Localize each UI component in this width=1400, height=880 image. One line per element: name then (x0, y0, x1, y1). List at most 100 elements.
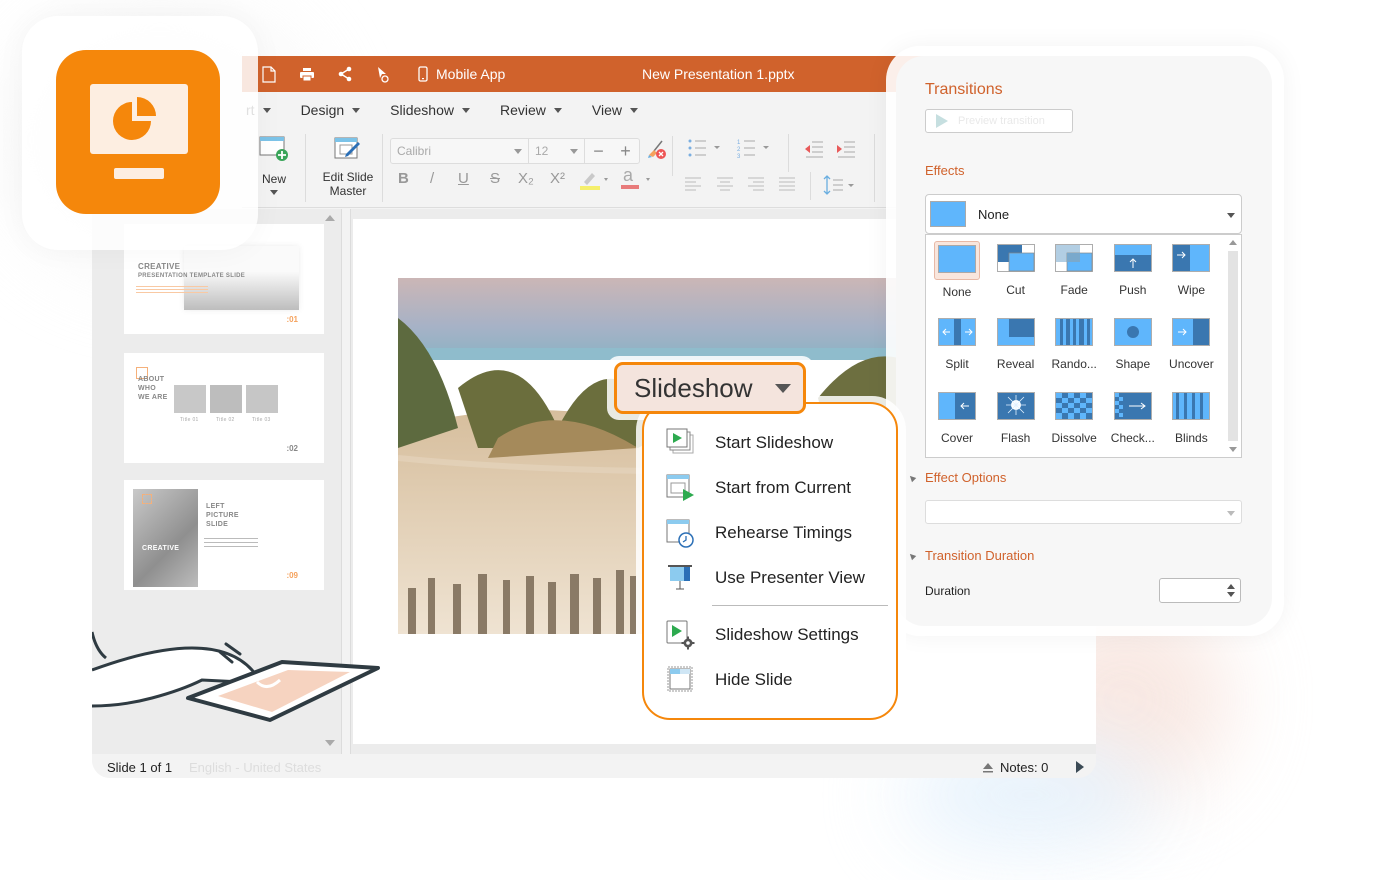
spinner-down-icon[interactable] (1227, 592, 1235, 597)
new-document-icon[interactable] (260, 65, 278, 83)
menu-item-label: Start from Current (715, 478, 852, 497)
thumbnail-title: SLIDE (206, 521, 229, 528)
spinner-up-icon[interactable] (1227, 584, 1235, 589)
effect-options-section[interactable]: Effect Options (907, 470, 1006, 485)
menu-item-start-from-current[interactable]: Start from Current (666, 473, 851, 503)
menu-design[interactable]: Design (301, 102, 361, 118)
effect-uncover[interactable]: Uncover (1162, 313, 1220, 379)
share-icon[interactable] (336, 65, 354, 83)
menu-item-hide-slide[interactable]: Hide Slide (666, 665, 793, 695)
effect-reveal[interactable]: Reveal (987, 313, 1045, 379)
menu-item-rehearse-timings[interactable]: Rehearse Timings (666, 518, 852, 548)
justify-icon[interactable] (778, 176, 796, 192)
menu-view[interactable]: View (592, 102, 638, 118)
effect-check[interactable]: Check... (1104, 387, 1162, 453)
menu-item-slideshow-settings[interactable]: Slideshow Settings (666, 620, 859, 650)
effect-label: Check... (1110, 431, 1155, 445)
effect-shape[interactable]: Shape (1104, 313, 1162, 379)
menu-review[interactable]: Review (500, 102, 562, 118)
language-indicator[interactable]: English - United States (189, 760, 321, 775)
increase-indent-icon[interactable] (836, 140, 856, 158)
bold-button[interactable]: B (398, 170, 409, 187)
scroll-up-arrow-icon[interactable] (1229, 240, 1237, 245)
ribbon-divider (305, 134, 306, 202)
italic-button[interactable]: / (430, 170, 434, 187)
slideshow-dropdown-button[interactable]: Slideshow (614, 362, 806, 414)
slideshow-button-label: Slideshow (634, 372, 753, 403)
dissolve-transition-icon (1055, 392, 1094, 420)
menu-item-label: Start Slideshow (715, 433, 834, 452)
effect-fade[interactable]: Fade (1045, 239, 1103, 305)
font-color-icon[interactable]: a (618, 166, 654, 192)
underline-button[interactable]: U (458, 170, 469, 187)
undo-pointer-icon[interactable] (374, 65, 392, 83)
effect-flash[interactable]: Flash (987, 387, 1045, 453)
scroll-up-arrow-icon[interactable] (325, 215, 335, 221)
gallery-scrollbar[interactable] (1225, 235, 1241, 457)
effect-none[interactable]: None (928, 239, 986, 305)
line-spacing-icon[interactable] (822, 174, 858, 196)
subscript-button[interactable]: X₂ (518, 170, 534, 187)
effect-cover[interactable]: Cover (928, 387, 986, 453)
align-center-icon[interactable] (716, 176, 734, 192)
font-size-select[interactable]: 12 (529, 139, 585, 163)
rando-transition-icon (1055, 318, 1094, 346)
align-left-icon[interactable] (684, 176, 702, 192)
print-icon[interactable] (298, 65, 316, 83)
scrollbar-track[interactable] (1228, 251, 1238, 441)
effect-options-select[interactable] (925, 500, 1242, 524)
decrease-font-button[interactable]: − (585, 139, 612, 163)
font-name-select[interactable]: Calibri (391, 139, 529, 163)
bullet-list-icon[interactable] (686, 138, 726, 160)
menu-item-start-slideshow[interactable]: Start Slideshow (666, 428, 833, 458)
preview-transition-button[interactable]: Preview transition (925, 109, 1073, 133)
effect-wipe[interactable]: Wipe (1162, 239, 1220, 305)
slide-thumbnail-3[interactable]: CREATIVE LEFT PICTURE SLIDE :09 (124, 480, 324, 590)
chevron-down-icon (774, 383, 791, 393)
ribbon-divider (874, 134, 875, 202)
thumbnail-accent-square (142, 494, 152, 504)
effect-rando[interactable]: Rando... (1045, 313, 1103, 379)
effect-label: Dissolve (1051, 431, 1097, 445)
effect-dissolve[interactable]: Dissolve (1045, 387, 1103, 453)
notes-toggle[interactable]: Notes: 0 (982, 760, 1048, 775)
menu-slideshow[interactable]: Slideshow (390, 102, 470, 118)
slide-thumbnail-2[interactable]: ABOUT WHO WE ARE Title 01 Title 02 Title… (124, 353, 324, 463)
effect-label: Flash (1000, 431, 1031, 445)
effect-thumb (1052, 315, 1096, 352)
duration-spinner[interactable] (1159, 578, 1241, 603)
new-slide-button[interactable]: New (256, 136, 292, 195)
increase-font-button[interactable]: + (612, 139, 639, 163)
font-controls: Calibri 12 − + (390, 138, 640, 164)
scroll-down-arrow-icon[interactable] (325, 740, 335, 746)
notes-label: Notes: 0 (1000, 760, 1049, 775)
effect-thumb (1169, 389, 1213, 426)
effects-select[interactable]: None (925, 194, 1242, 234)
effect-split[interactable]: Split (928, 313, 986, 379)
effect-push[interactable]: Push (1104, 239, 1162, 305)
edit-slide-master-button[interactable]: Edit Slide Master (318, 136, 378, 198)
decrease-indent-icon[interactable] (804, 140, 824, 158)
effect-cut[interactable]: Cut (987, 239, 1045, 305)
menu-label: Slideshow (390, 102, 454, 118)
effect-blinds[interactable]: Blinds (1162, 387, 1220, 453)
mobile-app-button[interactable]: Mobile App (418, 66, 505, 82)
collapse-triangle-icon (907, 473, 917, 482)
play-slideshow-icon[interactable] (1076, 761, 1084, 773)
effect-thumb (1111, 315, 1155, 352)
effect-label: Rando... (1051, 357, 1097, 371)
chevron-down-icon (270, 190, 278, 195)
transition-duration-section[interactable]: Transition Duration (907, 548, 1034, 563)
hand-tapping-illustration (92, 631, 380, 722)
clear-formatting-icon[interactable] (646, 140, 668, 160)
highlight-color-icon[interactable] (578, 170, 612, 192)
superscript-button[interactable]: X² (550, 170, 565, 187)
menu-item-label: Slideshow Settings (715, 625, 859, 644)
menu-item-use-presenter-view[interactable]: Use Presenter View (666, 563, 865, 593)
strikethrough-button[interactable]: S (490, 170, 500, 187)
numbered-list-icon[interactable]: 123 (736, 138, 776, 160)
app-logo (56, 50, 220, 214)
thumbnail-title: LEFT (206, 503, 225, 510)
align-right-icon[interactable] (747, 176, 765, 192)
scroll-down-arrow-icon[interactable] (1229, 447, 1237, 452)
